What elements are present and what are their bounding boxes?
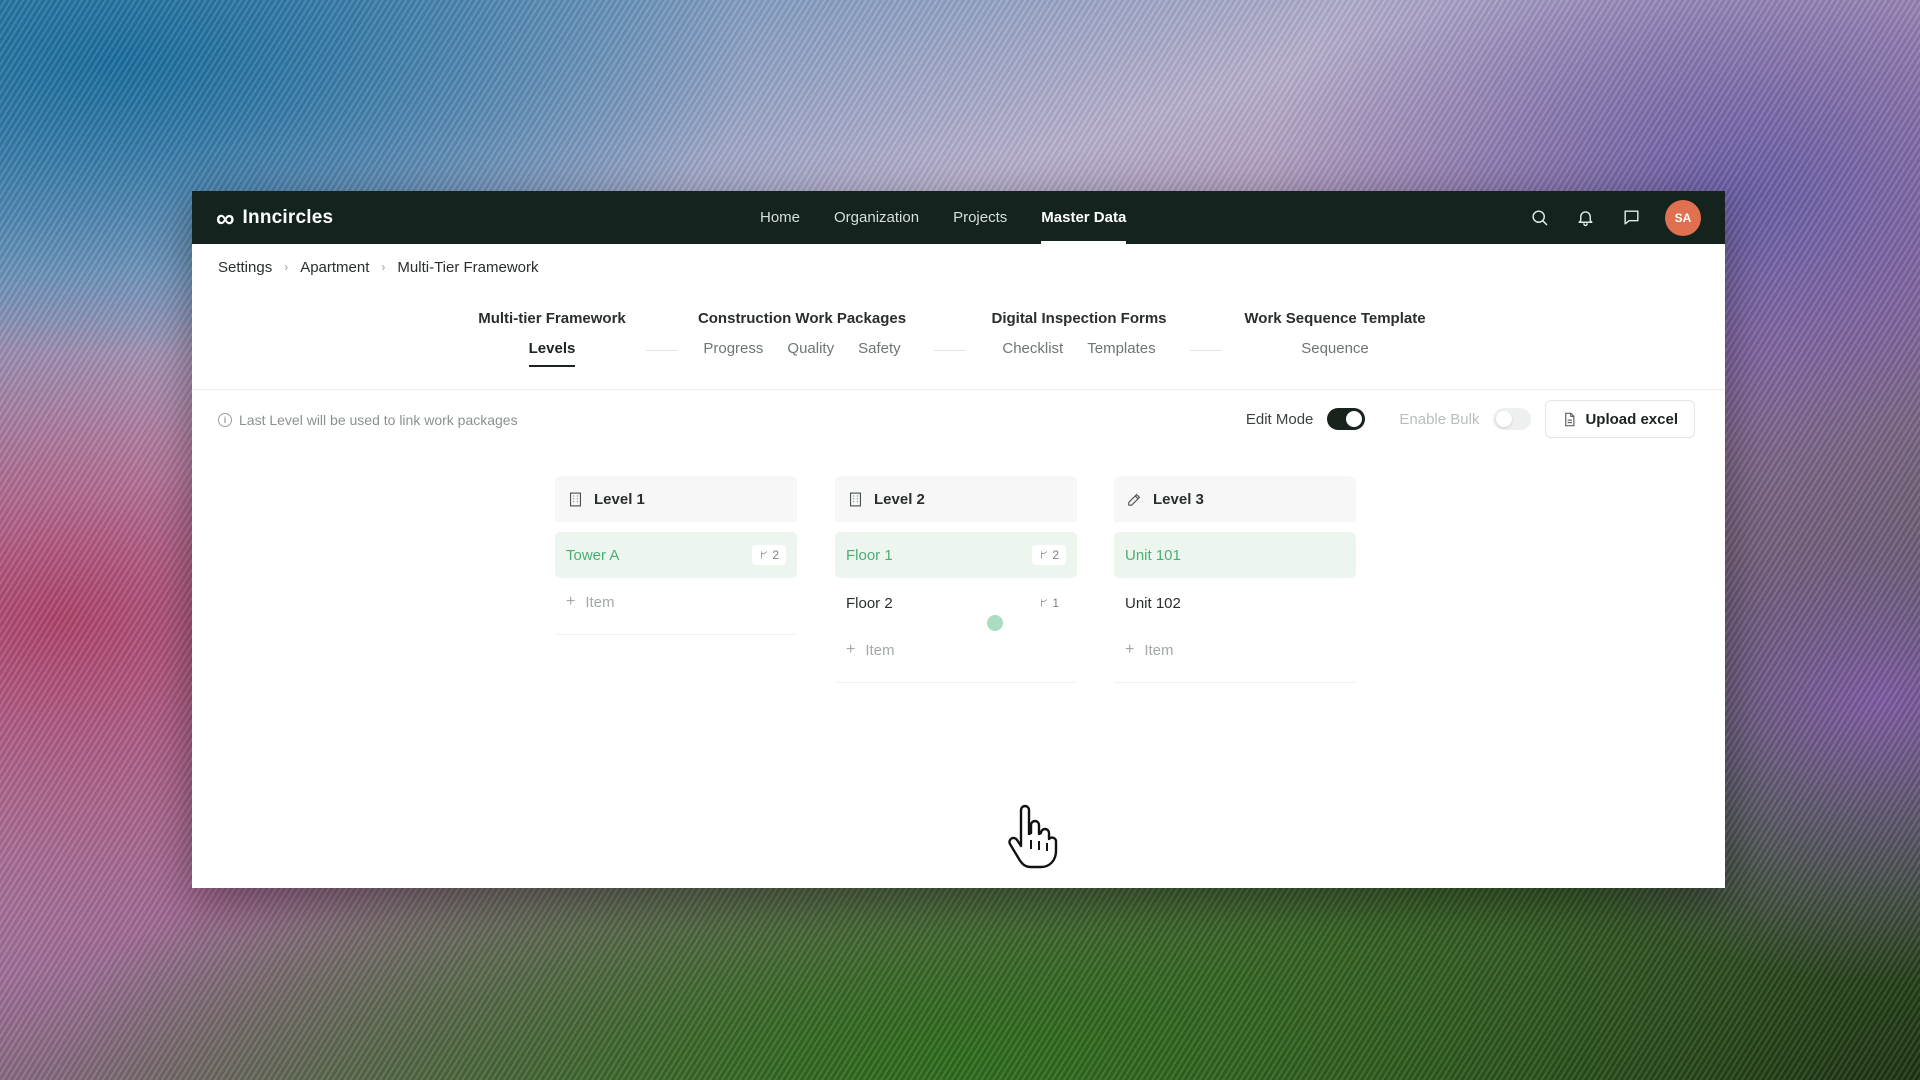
- tab-safety[interactable]: Safety: [858, 340, 901, 365]
- level-item-unit-101[interactable]: Unit 101: [1114, 532, 1356, 578]
- tab-group-construction-work-packages: Construction Work Packages Progress Qual…: [692, 310, 912, 365]
- drag-indicator: [987, 615, 1003, 631]
- info-text: Last Level will be used to link work pac…: [239, 412, 518, 428]
- breadcrumb-apartment[interactable]: Apartment: [300, 259, 369, 276]
- level-item-unit-102[interactable]: Unit 102: [1114, 580, 1356, 626]
- item-label: Floor 2: [846, 594, 893, 612]
- tab-group-divider: [1190, 350, 1222, 351]
- search-icon[interactable]: [1527, 206, 1551, 230]
- branch-icon: [1041, 551, 1048, 559]
- tab-group-title: Multi-tier Framework: [478, 310, 626, 327]
- level-title: Level 1: [594, 490, 645, 508]
- tab-sequence[interactable]: Sequence: [1301, 340, 1369, 365]
- tab-group-title: Digital Inspection Forms: [991, 310, 1167, 327]
- child-count-badge: 2: [1032, 545, 1066, 565]
- add-item-label: Item: [1144, 641, 1174, 659]
- level-title: Level 3: [1153, 490, 1204, 508]
- info-note: i Last Level will be used to link work p…: [218, 412, 518, 428]
- main-nav: Home Organization Projects Master Data: [760, 191, 1127, 244]
- levels-board: Level 1 Tower A 2 + Item Level 2 Floor 1…: [192, 452, 1725, 882]
- upload-excel-label: Upload excel: [1585, 410, 1678, 428]
- child-count-badge: 2: [752, 545, 786, 565]
- app-window: ∞ Inncircles Home Organization Projects …: [192, 191, 1725, 888]
- tab-group-title: Work Sequence Template: [1244, 310, 1426, 327]
- item-label: Unit 102: [1125, 594, 1181, 612]
- add-item-label: Item: [865, 641, 895, 659]
- breadcrumb-current: Multi-Tier Framework: [397, 258, 539, 276]
- breadcrumb-settings[interactable]: Settings: [218, 259, 272, 276]
- module-tabs: Multi-tier Framework Levels Construction…: [192, 290, 1725, 390]
- tab-group-multi-tier-framework: Multi-tier Framework Levels: [472, 310, 632, 367]
- tab-quality[interactable]: Quality: [787, 340, 834, 365]
- brand-name: Inncircles: [242, 206, 334, 228]
- tab-group-divider: [934, 350, 966, 351]
- level-item-floor-2[interactable]: Floor 2 1: [835, 580, 1077, 626]
- building-icon: [569, 492, 582, 506]
- levels-toolbar: i Last Level will be used to link work p…: [192, 390, 1725, 452]
- breadcrumb: Settings › Apartment › Multi-Tier Framew…: [192, 244, 1725, 290]
- brand[interactable]: ∞ Inncircles: [216, 205, 333, 231]
- toolbar-actions: Edit Mode Enable Bulk Upload excel: [1246, 400, 1695, 438]
- level-column-3: Level 3 Unit 101 Unit 102 + Item: [1114, 476, 1356, 683]
- pencil-icon: [1128, 493, 1141, 506]
- tab-group-digital-inspection-forms: Digital Inspection Forms Checklist Templ…: [984, 310, 1174, 365]
- user-avatar[interactable]: SA: [1665, 199, 1701, 236]
- item-label: Floor 1: [846, 546, 893, 564]
- tab-group-divider: [646, 350, 678, 351]
- level-item-floor-1[interactable]: Floor 1 2: [835, 532, 1077, 578]
- level-header: Level 1: [555, 476, 797, 522]
- add-item-button[interactable]: + Item: [1114, 628, 1356, 672]
- hand-pointer-cursor-icon: [1008, 804, 1058, 869]
- tab-progress[interactable]: Progress: [703, 340, 763, 365]
- item-label: Tower A: [566, 546, 620, 564]
- chat-icon[interactable]: [1619, 206, 1643, 230]
- level-column-1: Level 1 Tower A 2 + Item: [555, 476, 797, 635]
- enable-bulk-label: Enable Bulk: [1399, 410, 1480, 428]
- building-icon: [849, 492, 862, 506]
- chevron-right-icon: ›: [381, 260, 386, 274]
- file-icon: [1565, 412, 1575, 426]
- upload-excel-button[interactable]: Upload excel: [1545, 400, 1695, 438]
- add-item-button[interactable]: + Item: [835, 628, 1077, 672]
- tab-templates[interactable]: Templates: [1087, 340, 1155, 365]
- tab-group-title: Construction Work Packages: [697, 310, 907, 327]
- nav-actions: SA: [1527, 191, 1701, 244]
- level-header: Level 3: [1114, 476, 1356, 522]
- item-label: Unit 101: [1125, 546, 1181, 564]
- edit-mode-toggle[interactable]: [1327, 408, 1366, 430]
- tab-group-work-sequence-template: Work Sequence Template Sequence: [1232, 310, 1438, 365]
- nav-home[interactable]: Home: [760, 191, 800, 244]
- level-item-tower-a[interactable]: Tower A 2: [555, 532, 797, 578]
- nav-master-data[interactable]: Master Data: [1041, 191, 1127, 244]
- child-count-badge: 1: [1032, 593, 1066, 613]
- info-icon: i: [218, 413, 232, 427]
- nav-projects[interactable]: Projects: [953, 191, 1007, 244]
- nav-organization[interactable]: Organization: [834, 191, 919, 244]
- chevron-right-icon: ›: [284, 260, 289, 274]
- edit-mode-label: Edit Mode: [1245, 410, 1314, 428]
- level-header: Level 2: [835, 476, 1077, 522]
- plus-icon: +: [566, 593, 576, 610]
- tab-checklist[interactable]: Checklist: [1002, 340, 1063, 365]
- infinity-logo-icon: ∞: [216, 202, 235, 233]
- enable-bulk-toggle[interactable]: [1493, 408, 1532, 430]
- bell-icon[interactable]: [1573, 206, 1597, 230]
- add-item-button[interactable]: + Item: [555, 580, 797, 624]
- add-item-label: Item: [585, 593, 615, 611]
- plus-icon: +: [1125, 641, 1135, 658]
- plus-icon: +: [846, 641, 856, 658]
- top-navigation-bar: ∞ Inncircles Home Organization Projects …: [192, 191, 1725, 244]
- tab-levels[interactable]: Levels: [528, 340, 576, 367]
- level-column-2: Level 2 Floor 1 2 Floor 2 1 + Item: [835, 476, 1077, 683]
- branch-icon: [1041, 599, 1048, 607]
- level-title: Level 2: [874, 490, 925, 508]
- branch-icon: [761, 551, 768, 559]
